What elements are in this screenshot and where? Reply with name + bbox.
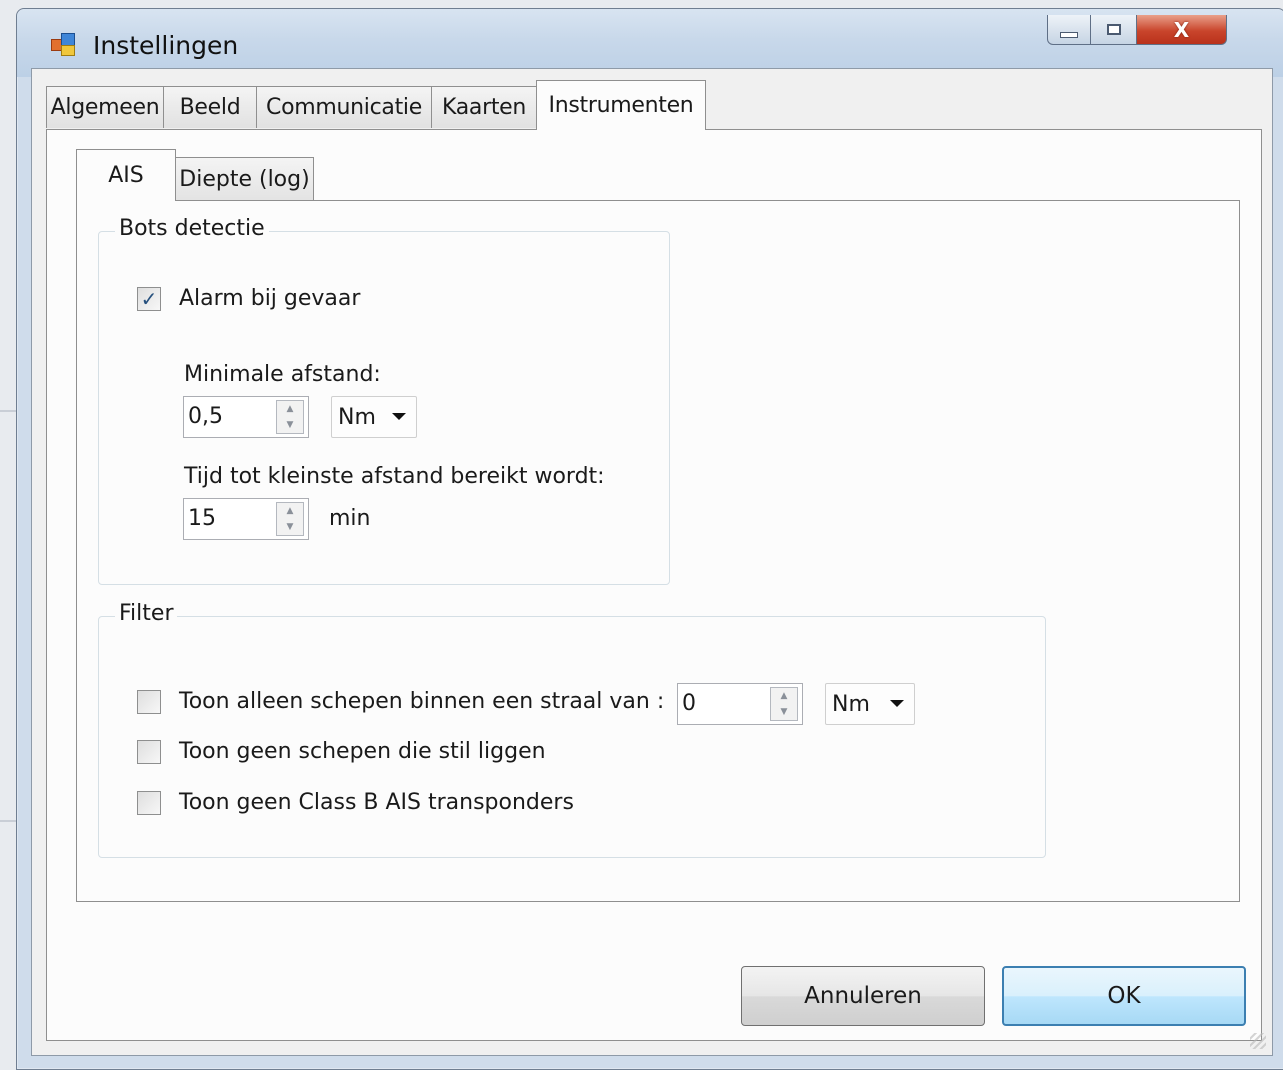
dialog-client-area: Algemeen Beeld Communicatie Kaarten Inst… — [31, 68, 1273, 1056]
minimize-button[interactable] — [1047, 15, 1091, 45]
tab-label: Algemeen — [50, 95, 160, 120]
ais-panel: Bots detectie ✓ Alarm bij gevaar Minimal… — [76, 200, 1240, 902]
close-button[interactable]: X — [1137, 15, 1227, 45]
tab-instrumenten[interactable]: Instrumenten — [536, 80, 706, 130]
minimize-icon — [1060, 31, 1078, 38]
time-to-cpa-spinner[interactable]: 15 ▲ ▼ — [183, 498, 309, 540]
spin-up-icon[interactable]: ▲ — [287, 404, 294, 414]
cancel-button-label: Annuleren — [804, 983, 922, 1009]
tab-label: Instrumenten — [548, 93, 694, 118]
classb-filter-row[interactable]: Toon geen Class B AIS transponders — [137, 790, 574, 815]
stationary-filter-label: Toon geen schepen die stil liggen — [179, 739, 546, 764]
radius-spinner[interactable]: 0 ▲ ▼ — [677, 683, 803, 725]
title-bar[interactable]: Instellingen X — [17, 9, 1283, 77]
tab-label: Beeld — [179, 95, 241, 120]
window-title: Instellingen — [93, 31, 239, 60]
tab-label: Communicatie — [266, 95, 422, 120]
radius-filter-label: Toon alleen schepen binnen een straal va… — [179, 689, 665, 714]
ok-button-label: OK — [1107, 983, 1141, 1009]
alarm-label: Alarm bij gevaar — [179, 286, 361, 311]
chevron-down-icon — [392, 413, 406, 420]
tab-communicatie[interactable]: Communicatie — [256, 86, 432, 128]
min-distance-spinner[interactable]: 0,5 ▲ ▼ — [183, 396, 309, 438]
spin-down-icon[interactable]: ▼ — [287, 420, 294, 430]
classb-filter-label: Toon geen Class B AIS transponders — [179, 790, 574, 815]
time-to-cpa-value: 15 — [188, 506, 216, 531]
classb-filter-checkbox[interactable] — [137, 790, 161, 815]
tab-kaarten[interactable]: Kaarten — [431, 86, 537, 128]
instrumenten-panel: AIS Diepte (log) Bots detectie ✓ Alarm b… — [46, 129, 1262, 1041]
time-unit-label: min — [329, 506, 371, 531]
radius-filter-row[interactable]: Toon alleen schepen binnen een straal va… — [137, 689, 664, 714]
maximize-icon — [1106, 24, 1121, 35]
tab-label: Diepte (log) — [179, 167, 310, 192]
desktop-edge — [0, 410, 16, 412]
radius-filter-checkbox[interactable] — [137, 689, 161, 714]
min-distance-label: Minimale afstand: — [184, 362, 381, 387]
maximize-button[interactable] — [1091, 15, 1137, 45]
spin-up-icon[interactable]: ▲ — [781, 691, 788, 701]
unit-value: Nm — [832, 692, 870, 717]
time-to-cpa-label: Tijd tot kleinste afstand bereikt wordt: — [184, 464, 605, 489]
ok-button[interactable]: OK — [1002, 966, 1246, 1026]
close-icon: X — [1173, 17, 1190, 42]
check-icon: ✓ — [140, 286, 158, 311]
cancel-button[interactable]: Annuleren — [741, 966, 985, 1026]
radius-value: 0 — [682, 691, 696, 716]
app-icon — [51, 33, 75, 56]
collision-detection-group: Bots detectie ✓ Alarm bij gevaar Minimal… — [98, 216, 670, 585]
stationary-filter-checkbox[interactable] — [137, 739, 161, 764]
spin-up-icon[interactable]: ▲ — [287, 506, 294, 516]
tab-label: Kaarten — [441, 95, 527, 120]
group-title: Filter — [115, 601, 178, 626]
spin-down-icon[interactable]: ▼ — [781, 707, 788, 717]
chevron-down-icon — [890, 700, 904, 707]
group-title: Bots detectie — [115, 216, 269, 241]
spin-arrows[interactable]: ▲ ▼ — [770, 687, 798, 721]
tab-diepte-log[interactable]: Diepte (log) — [175, 157, 314, 201]
tab-ais[interactable]: AIS — [76, 149, 176, 201]
min-distance-unit-select[interactable]: Nm — [331, 396, 417, 438]
spin-arrows[interactable]: ▲ ▼ — [276, 502, 304, 536]
tab-algemeen[interactable]: Algemeen — [46, 86, 164, 128]
alarm-checkbox-row[interactable]: ✓ Alarm bij gevaar — [137, 286, 360, 311]
alarm-checkbox[interactable]: ✓ — [137, 286, 161, 311]
stationary-filter-row[interactable]: Toon geen schepen die stil liggen — [137, 739, 546, 764]
unit-value: Nm — [338, 405, 376, 430]
min-distance-value: 0,5 — [188, 404, 223, 429]
resize-grip[interactable] — [1250, 1033, 1266, 1049]
desktop-edge — [0, 820, 16, 822]
tab-label: AIS — [108, 163, 144, 188]
filter-group: Filter Toon alleen schepen binnen een st… — [98, 601, 1046, 858]
spin-arrows[interactable]: ▲ ▼ — [276, 400, 304, 434]
spin-down-icon[interactable]: ▼ — [287, 522, 294, 532]
tab-beeld[interactable]: Beeld — [163, 86, 257, 128]
radius-unit-select[interactable]: Nm — [825, 683, 915, 725]
